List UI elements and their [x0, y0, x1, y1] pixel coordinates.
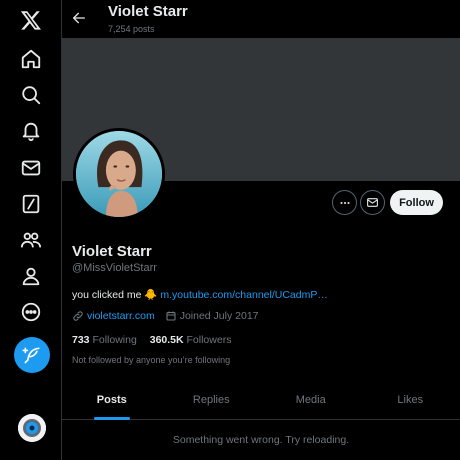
- bio-youtube-link[interactable]: m.youtube.com/channel/UCadmP…: [160, 289, 328, 301]
- tab-label: Replies: [192, 394, 230, 406]
- left-navigation: [0, 0, 62, 460]
- profile-handle: @MissVioletStarr: [72, 262, 157, 274]
- tab-likes[interactable]: Likes: [361, 380, 460, 420]
- profile-bio: you clicked me 🐥 m.youtube.com/channel/U…: [72, 288, 328, 301]
- profile-photo[interactable]: [73, 128, 165, 220]
- following-label: Following: [92, 334, 137, 346]
- arrow-left-icon: [73, 12, 85, 24]
- calendar-icon: [166, 311, 176, 321]
- followers-link[interactable]: 360.5K Followers: [150, 334, 242, 346]
- profile-icon[interactable]: [13, 258, 49, 294]
- profile-name: Violet Starr: [72, 243, 152, 260]
- profile-tabs: Posts Replies Media Likes: [62, 380, 460, 420]
- bio-text: you clicked me 🐥: [72, 289, 161, 301]
- following-link[interactable]: 733 Following: [72, 334, 147, 346]
- tab-posts[interactable]: Posts: [62, 380, 162, 420]
- grok-slash-icon[interactable]: [13, 186, 49, 222]
- notifications-bell-icon[interactable]: [13, 113, 49, 149]
- follow-button[interactable]: Follow: [390, 190, 443, 215]
- home-icon[interactable]: [13, 41, 49, 77]
- more-circle-icon[interactable]: [13, 294, 49, 330]
- active-tab-indicator: [93, 417, 130, 420]
- tab-media[interactable]: Media: [261, 380, 361, 420]
- website-link[interactable]: violetstarr.com: [87, 310, 155, 322]
- followers-label: Followers: [186, 334, 232, 346]
- account-avatar[interactable]: [18, 414, 46, 442]
- messages-envelope-icon[interactable]: [13, 150, 49, 186]
- posts-count: 7,254 posts: [108, 24, 155, 34]
- following-count: 733: [72, 334, 90, 346]
- x-logo-icon[interactable]: [13, 2, 49, 38]
- profile-header-bar: Violet Starr 7,254 posts: [62, 0, 460, 38]
- search-icon[interactable]: [13, 77, 49, 113]
- joined-date: Joined July 2017: [179, 310, 259, 322]
- link-icon: [73, 311, 83, 321]
- back-button[interactable]: [68, 7, 90, 29]
- communities-icon[interactable]: [13, 222, 49, 258]
- mutual-followers-note: Not followed by anyone you’re following: [72, 355, 231, 365]
- feather-plus-icon: [22, 347, 40, 364]
- more-options-button[interactable]: [332, 190, 357, 215]
- envelope-icon: [367, 198, 378, 207]
- feed-error-message: Something went wrong. Try reloading.: [172, 434, 350, 446]
- tab-replies[interactable]: Replies: [162, 380, 262, 420]
- profile-meta: violetstarr.com Joined July 2017: [72, 310, 259, 322]
- tab-label: Posts: [96, 394, 127, 406]
- tab-label: Likes: [397, 394, 424, 406]
- profile-main: Violet Starr 7,254 posts Follow Violet S…: [62, 0, 460, 460]
- tab-label: Media: [295, 394, 326, 406]
- follow-stats: 733 Following 360.5K Followers: [72, 334, 241, 346]
- ellipsis-icon: [339, 201, 350, 204]
- followers-count: 360.5K: [149, 334, 184, 346]
- header-title: Violet Starr: [108, 3, 188, 20]
- post-button[interactable]: [14, 337, 50, 373]
- message-button[interactable]: [360, 190, 385, 215]
